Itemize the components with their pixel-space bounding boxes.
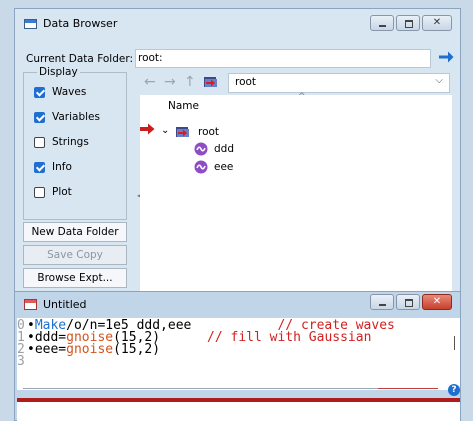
variables-label: Variables <box>52 111 100 123</box>
minimize-button[interactable] <box>370 15 394 31</box>
waves-checkbox[interactable]: Waves <box>34 84 86 100</box>
info-checkbox[interactable]: Info <box>34 159 72 175</box>
code-editor[interactable]: 0 •Make/o/n=1e5 ddd,eee // create waves 1 •… <box>17 318 460 390</box>
chevron-down-icon: ⌵ <box>435 75 443 86</box>
checkbox-unchecked-icon <box>34 186 45 198</box>
folder-dropdown-value: root <box>235 76 257 88</box>
display-legend: Display <box>37 66 80 78</box>
tree-row-root[interactable]: root <box>176 124 219 140</box>
pane-splitter[interactable] <box>131 76 135 296</box>
strings-label: Strings <box>52 136 89 148</box>
new-data-folder-button[interactable]: New Data Folder <box>23 222 127 242</box>
current-folder-label: Current Data Folder: <box>26 53 133 65</box>
code-text: •eee= <box>27 342 67 357</box>
line-number: 3 <box>17 354 25 369</box>
code-text: (15,2) <box>113 342 161 357</box>
horizontal-scrollbar-thumb[interactable] <box>378 388 438 389</box>
folder-dropdown[interactable]: root ⌵ <box>228 73 450 93</box>
up-arrow-icon[interactable]: ↑ <box>184 74 196 90</box>
display-group: Display Waves Variables Strings Info Plo… <box>23 66 127 220</box>
code-comment: // fill with Gaussian <box>160 330 372 345</box>
notebook-window-icon <box>24 299 37 310</box>
data-browser-window: Data Browser ✕ Current Data Folder: root… <box>14 8 461 298</box>
sort-caret-icon: ^ <box>298 92 306 102</box>
back-arrow-icon[interactable]: ← <box>144 74 156 90</box>
code-line[interactable]: 3 <box>17 354 27 369</box>
variables-checkbox[interactable]: Variables <box>34 109 100 125</box>
data-tree[interactable]: Name ^ ⌄ root ddd eee <box>140 92 452 296</box>
data-browser-window-icon <box>24 19 37 29</box>
code-function: gnoise <box>66 342 114 357</box>
info-label: Info <box>52 161 72 173</box>
minimize-button[interactable] <box>370 294 394 310</box>
forward-arrow-icon[interactable]: → <box>164 74 176 90</box>
navigation-bar: ← → ↑ root ⌵ <box>140 73 452 93</box>
folder-icon <box>204 77 217 87</box>
tree-root-label: root <box>198 126 220 138</box>
data-browser-title: Data Browser <box>43 17 118 30</box>
editor-window: Untitled ✕ 0 •Make/o/n=1e5 ddd,eee // cre… <box>14 291 461 421</box>
plot-checkbox[interactable]: Plot <box>34 184 72 200</box>
close-button[interactable]: ✕ <box>422 294 452 310</box>
text-caret <box>454 336 455 350</box>
plot-label: Plot <box>52 186 72 198</box>
go-arrow-icon[interactable] <box>438 49 454 65</box>
help-icon[interactable]: ? <box>448 384 460 396</box>
wave-icon <box>194 142 208 156</box>
data-folder-icon <box>176 127 189 137</box>
tree-row-ddd[interactable]: ddd <box>194 141 234 157</box>
checkbox-checked-icon <box>34 86 45 98</box>
name-column-header[interactable]: Name <box>168 100 199 112</box>
tree-row-eee[interactable]: eee <box>194 159 233 175</box>
waves-label: Waves <box>52 86 87 98</box>
current-folder-arrow-icon <box>140 123 155 135</box>
wave-icon <box>194 160 208 174</box>
maximize-button[interactable] <box>396 15 420 31</box>
maximize-button[interactable] <box>396 294 420 310</box>
history-pane[interactable] <box>17 402 460 421</box>
current-folder-field[interactable]: root: <box>135 49 431 68</box>
chevron-down-icon[interactable]: ⌄ <box>161 125 169 136</box>
checkbox-checked-icon <box>34 111 45 123</box>
strings-checkbox[interactable]: Strings <box>34 134 89 150</box>
editor-title: Untitled <box>43 298 87 311</box>
checkbox-unchecked-icon <box>34 136 45 148</box>
close-button[interactable]: ✕ <box>422 15 452 31</box>
checkbox-checked-icon <box>34 161 45 173</box>
save-copy-button[interactable]: Save Copy <box>23 245 127 265</box>
code-line[interactable]: 2 •eee=gnoise(15,2) <box>17 342 161 357</box>
data-browser-titlebar[interactable]: Data Browser ✕ <box>15 9 460 39</box>
browse-expt-button[interactable]: Browse Expt... <box>23 268 127 288</box>
horizontal-scrollbar-track[interactable] <box>23 388 379 389</box>
tree-item-label: ddd <box>214 143 234 155</box>
tree-item-label: eee <box>214 161 234 173</box>
